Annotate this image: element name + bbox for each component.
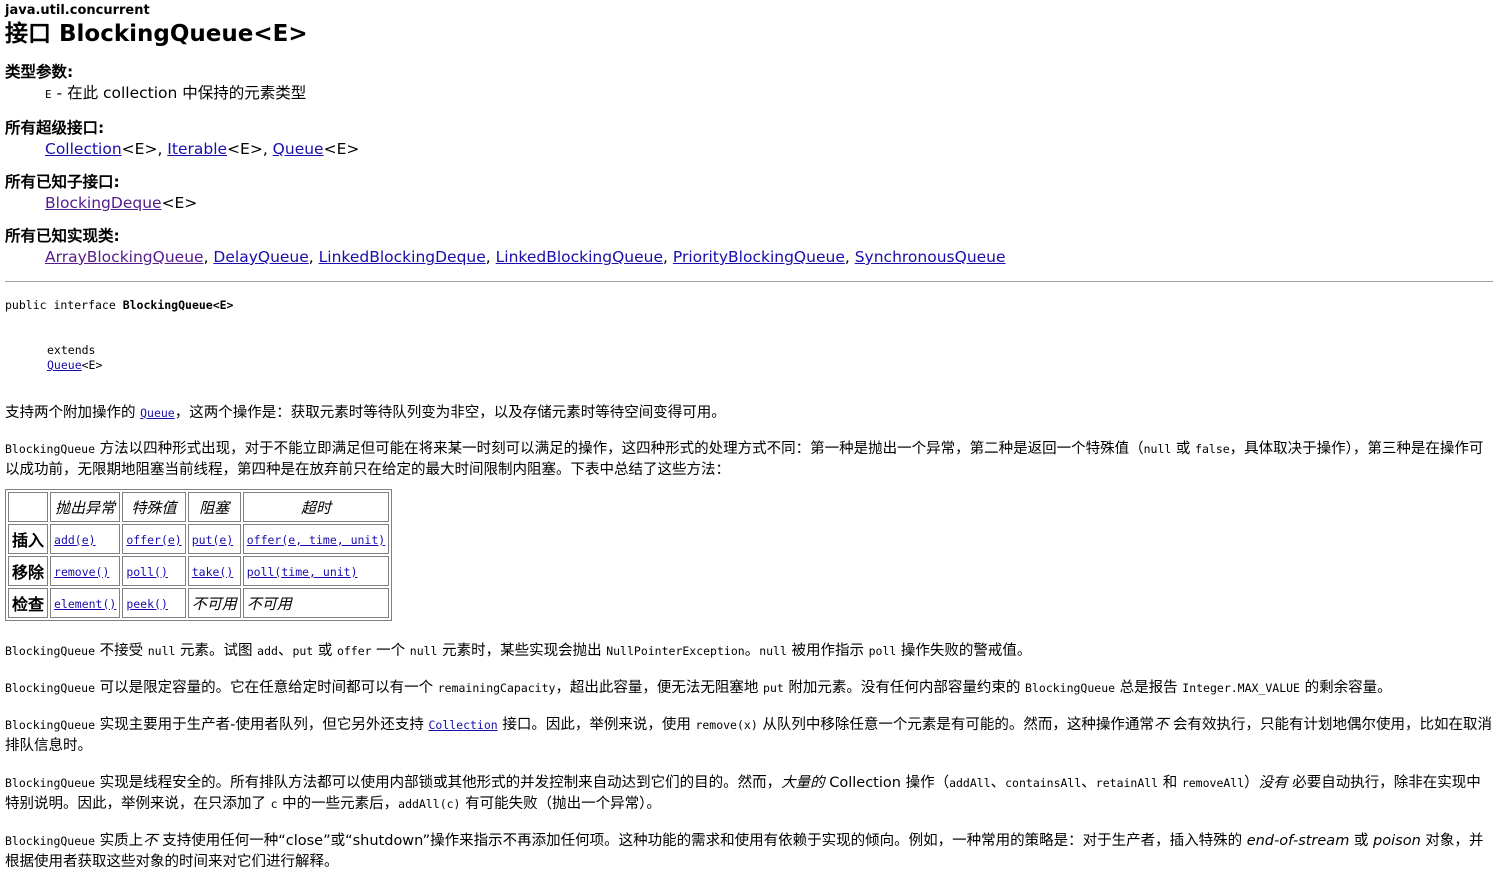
- link-iterable[interactable]: Iterable: [167, 140, 227, 158]
- link-collection-inline[interactable]: Collection: [428, 717, 497, 733]
- method-link[interactable]: poll(time, unit): [247, 562, 358, 580]
- subinterfaces-heading: 所有已知子接口:: [5, 173, 120, 191]
- link-arrayblockingqueue[interactable]: ArrayBlockingQueue: [45, 248, 204, 266]
- table-row: 插入 add(e) offer(e) put(e) offer(e, time,…: [8, 524, 390, 554]
- interface-name: BlockingQueue<E>: [122, 298, 234, 312]
- table-header-cell: 超时: [242, 492, 390, 522]
- interface-declaration: public interface BlockingQueue<E> extend…: [5, 298, 234, 372]
- implementing-classes-section: 所有已知实现类: ArrayBlockingQueue, DelayQueue,…: [5, 225, 1493, 267]
- method-link[interactable]: take(): [192, 562, 234, 580]
- link-queue[interactable]: Queue: [273, 140, 324, 158]
- link-queue-inline[interactable]: Queue: [140, 405, 175, 421]
- link-delayqueue[interactable]: DelayQueue: [213, 248, 308, 266]
- table-row-header: 检查: [8, 588, 49, 618]
- method-link[interactable]: offer(e, time, unit): [247, 530, 385, 548]
- table-header-row: 抛出异常 特殊值 阻塞 超时: [8, 492, 390, 522]
- description-paragraph-6: BlockingQueue 实现是线程安全的。所有排队方法都可以使用内部锁或其他…: [5, 775, 1481, 812]
- link-blockingdeque[interactable]: BlockingDeque: [45, 194, 162, 212]
- description-paragraph-7: BlockingQueue 实质上不 支持使用任何一种“close”或“shut…: [5, 833, 1484, 870]
- description-paragraph-4: BlockingQueue 可以是限定容量的。它在任意给定时间都可以有一个 re…: [5, 680, 1392, 696]
- type-parameters-heading: 类型参数:: [5, 63, 74, 81]
- superinterfaces-section: 所有超级接口: Collection<E>, Iterable<E>, Queu…: [5, 117, 1493, 159]
- divider: [5, 281, 1493, 282]
- table-header-cell: 特殊值: [122, 492, 186, 522]
- link-priorityblockingqueue[interactable]: PriorityBlockingQueue: [673, 248, 845, 266]
- table-row-header: 插入: [8, 524, 49, 554]
- table-header-cell: 阻塞: [187, 492, 241, 522]
- method-link[interactable]: remove(): [54, 562, 109, 580]
- method-link[interactable]: peek(): [126, 594, 168, 612]
- method-link[interactable]: add(e): [54, 530, 96, 548]
- methods-summary-table: 抛出异常 特殊值 阻塞 超时 插入 add(e) offer(e) put(e)…: [5, 489, 393, 621]
- link-extends-queue[interactable]: Queue: [47, 358, 82, 372]
- method-link[interactable]: poll(): [126, 562, 168, 580]
- link-linkedblockingqueue[interactable]: LinkedBlockingQueue: [496, 248, 663, 266]
- implementing-classes-heading: 所有已知实现类:: [5, 227, 120, 245]
- link-synchronousqueue[interactable]: SynchronousQueue: [855, 248, 1006, 266]
- method-link[interactable]: put(e): [192, 530, 234, 548]
- description-paragraph-2: BlockingQueue 方法以四种形式出现，对于不能立即满足但可能在将来某一…: [5, 441, 1484, 478]
- table-corner-cell: [8, 492, 49, 522]
- subinterfaces-section: 所有已知子接口: BlockingDeque<E>: [5, 171, 1493, 213]
- type-param-name: E: [45, 88, 52, 101]
- type-parameters-section: 类型参数: E - 在此 collection 中保持的元素类型: [5, 61, 1493, 105]
- page-title: 接口 BlockingQueue<E>: [5, 21, 308, 47]
- javadoc-page: java.util.concurrent 接口 BlockingQueue<E>…: [5, 0, 1493, 873]
- superinterfaces-heading: 所有超级接口:: [5, 119, 105, 137]
- method-link[interactable]: offer(e): [126, 530, 181, 548]
- link-collection[interactable]: Collection: [45, 140, 122, 158]
- table-row: 检查 element() peek() 不可用 不可用: [8, 588, 390, 618]
- table-header-cell: 抛出异常: [50, 492, 121, 522]
- method-link[interactable]: element(): [54, 594, 116, 612]
- table-row-header: 移除: [8, 556, 49, 586]
- description-paragraph-1: 支持两个附加操作的 Queue，这两个操作是：获取元素时等待队列变为非空，以及存…: [5, 405, 726, 421]
- description-paragraph-3: BlockingQueue 不接受 null 元素。试图 add、put 或 o…: [5, 643, 1032, 659]
- type-param-desc: - 在此 collection 中保持的元素类型: [51, 84, 307, 102]
- table-row: 移除 remove() poll() take() poll(time, uni…: [8, 556, 390, 586]
- link-linkedblockingdeque[interactable]: LinkedBlockingDeque: [319, 248, 486, 266]
- not-available-cell: 不可用: [187, 588, 241, 618]
- extends-keyword: extends: [47, 343, 96, 357]
- package-name: java.util.concurrent: [5, 3, 150, 18]
- not-available-cell: 不可用: [242, 588, 390, 618]
- description-paragraph-5: BlockingQueue 实现主要用于生产者-使用者队列，但它另外还支持 Co…: [5, 717, 1492, 754]
